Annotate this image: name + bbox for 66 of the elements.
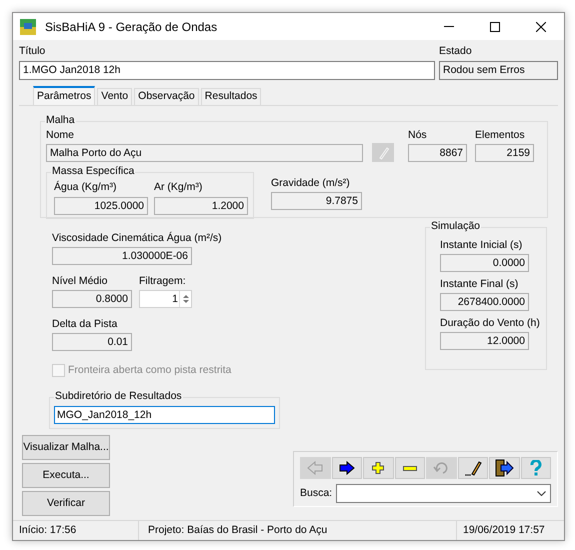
tab[interactable]: Resultados bbox=[200, 88, 262, 105]
status-field[interactable]: Rodou sem Erros bbox=[439, 61, 558, 80]
readonly-field[interactable]: 1025.0000 bbox=[54, 197, 148, 215]
spin-arrows-icon[interactable] bbox=[179, 291, 191, 307]
question-icon bbox=[530, 460, 542, 476]
checkbox-label: Fronteira aberta como pista restrita bbox=[68, 363, 232, 378]
field-label: Água (Kg/m³) bbox=[54, 180, 116, 194]
field-label: Instante Inicial (s) bbox=[440, 238, 522, 252]
group-legend: Simulação bbox=[430, 220, 482, 233]
left-arrow-icon bbox=[307, 461, 324, 475]
status-text: 19/06/2019 17:57 bbox=[456, 521, 564, 540]
plus-icon bbox=[372, 462, 384, 474]
field-label: Nome bbox=[46, 128, 74, 142]
minus-icon bbox=[402, 466, 417, 470]
field-label: Nós bbox=[408, 128, 427, 142]
tab[interactable]: Observação bbox=[134, 88, 199, 105]
window-title: SisBaHiA 9 - Geração de Ondas bbox=[45, 18, 218, 36]
status-text: Projeto: Baías do Brasil - Porto do Açu bbox=[138, 521, 456, 540]
readonly-field[interactable]: 0.0000 bbox=[440, 254, 529, 272]
door-arrow-icon bbox=[494, 459, 514, 477]
readonly-field[interactable]: 1.030000E-06 bbox=[52, 247, 192, 265]
field-label: Delta da Pista bbox=[52, 317, 118, 331]
action-button[interactable]: Verificar bbox=[22, 491, 110, 516]
title-input[interactable]: 1.MGO Jan2018 12h bbox=[19, 61, 435, 80]
toolbar-button[interactable] bbox=[489, 457, 520, 479]
spin-field[interactable]: 1 bbox=[139, 290, 192, 308]
field-label: Duração do Vento (h) bbox=[440, 316, 540, 330]
minimize-icon bbox=[444, 26, 454, 27]
status-text: Início: 17:56 bbox=[18, 523, 78, 538]
toolbar-button[interactable] bbox=[332, 457, 362, 479]
field-label: Elementos bbox=[475, 128, 525, 142]
readonly-field[interactable]: 9.7875 bbox=[271, 192, 362, 210]
search-combobox[interactable] bbox=[336, 484, 551, 503]
readonly-field[interactable]: 0.8000 bbox=[52, 290, 132, 308]
tab[interactable]: Vento bbox=[97, 88, 132, 105]
results-dir-input[interactable]: MGO_Jan2018_12h bbox=[54, 406, 275, 424]
mesh-name-field[interactable]: Malha Porto do Açu bbox=[46, 144, 363, 162]
readonly-field[interactable]: 8867 bbox=[408, 144, 467, 162]
readonly-field[interactable]: 0.01 bbox=[52, 333, 132, 351]
action-button[interactable]: Visualizar Malha... bbox=[22, 435, 110, 460]
field-label: Estado bbox=[439, 44, 472, 58]
close-icon bbox=[536, 22, 546, 32]
field-label: Filtragem: bbox=[139, 274, 186, 288]
app-logo-icon bbox=[20, 18, 36, 34]
readonly-field[interactable]: 1.2000 bbox=[154, 197, 248, 215]
field-label: Ar (Kg/m³) bbox=[154, 180, 202, 194]
tab[interactable]: Parâmetros bbox=[33, 86, 96, 105]
toolbar-button[interactable] bbox=[394, 457, 425, 479]
chevron-down-icon bbox=[537, 491, 546, 496]
right-arrow-icon bbox=[338, 461, 355, 475]
action-button[interactable]: Executa... bbox=[22, 463, 110, 488]
readonly-field[interactable]: 2159 bbox=[475, 144, 534, 162]
field-label: Instante Final (s) bbox=[440, 277, 518, 291]
toolbar-button[interactable] bbox=[458, 457, 488, 479]
readonly-field[interactable]: 12.0000 bbox=[440, 332, 529, 350]
field-label: Nível Médio bbox=[52, 274, 108, 288]
undo-icon bbox=[433, 462, 450, 474]
readonly-field[interactable]: 2678400.0000 bbox=[440, 293, 529, 311]
maximize-icon bbox=[490, 22, 500, 32]
search-label: Busca: bbox=[300, 486, 332, 501]
field-label: Gravidade (m/s²) bbox=[271, 176, 350, 190]
pencil-icon bbox=[464, 460, 482, 476]
field-label: Título bbox=[19, 44, 46, 58]
toolbar-button[interactable] bbox=[363, 457, 394, 479]
group-legend: Massa Específica bbox=[51, 165, 136, 178]
field-label: Viscosidade Cinemática Água (m²/s) bbox=[52, 231, 222, 245]
